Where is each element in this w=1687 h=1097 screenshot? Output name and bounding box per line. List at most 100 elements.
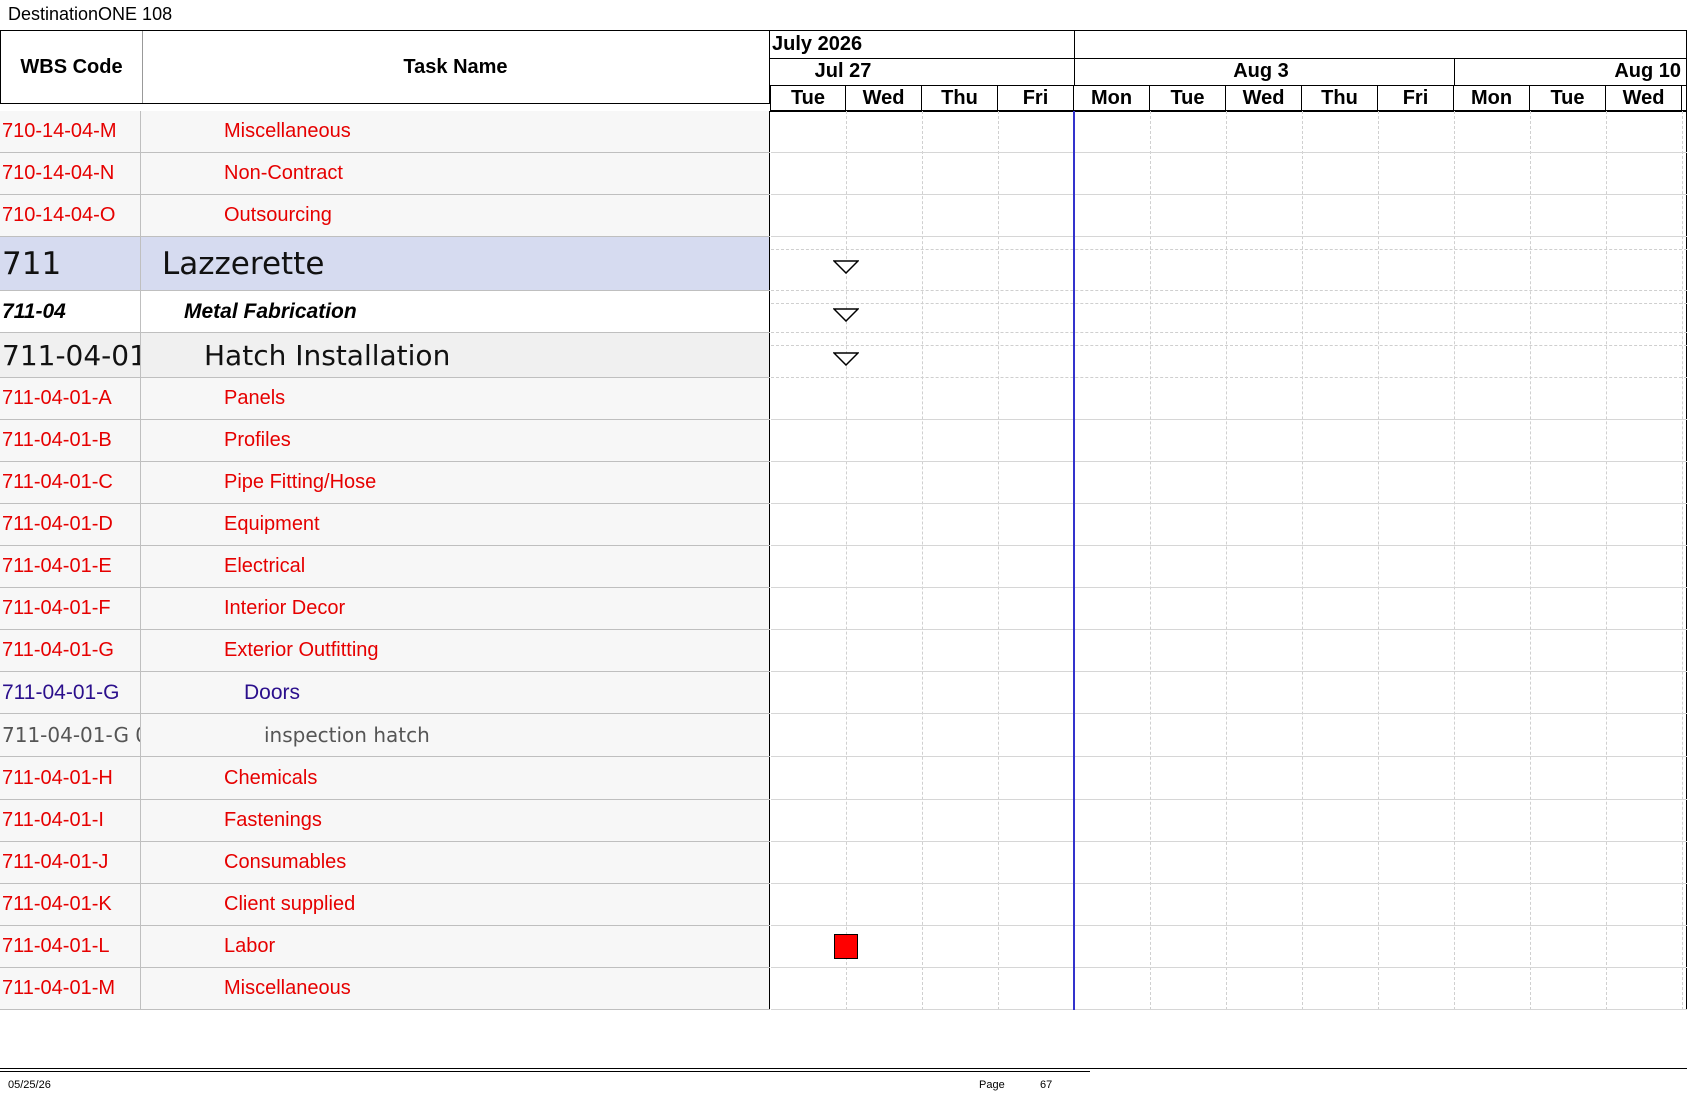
wbs-code-cell: 710-14-04-N [0, 153, 141, 194]
day-gridline [1606, 111, 1607, 1010]
wbs-code-cell: 711-04-01-B [0, 420, 141, 461]
wbs-code-cell: 711 [0, 237, 141, 290]
table-row[interactable]: 711-04 Metal Fabrication [0, 291, 770, 333]
wbs-code-cell: 711-04-01-M [0, 968, 141, 1009]
task-name-cell: Electrical [142, 546, 770, 587]
gantt-grid: WBS Code Task Name July 2026 Jul 27 Aug 3 A… [0, 30, 1687, 1069]
wbs-code-cell: 711-04-01-J [0, 842, 141, 883]
task-name-cell: Interior Decor [142, 588, 770, 629]
timeline-day-label[interactable]: Wed [846, 85, 922, 111]
task-name-cell: Equipment [142, 504, 770, 545]
footer-page-label: Page [979, 1079, 1005, 1091]
summary-row-guide [771, 249, 1687, 250]
chart-row-rule [771, 629, 1687, 630]
wbs-code-cell: 711-04-01-I [0, 800, 141, 841]
day-gridline [1530, 111, 1531, 1010]
wbs-code-cell: 711-04-01-G [0, 672, 141, 713]
table-row[interactable]: 711-04-01-K Client supplied [0, 884, 770, 926]
footer-page-number: 67 [1040, 1079, 1053, 1091]
chart-row-rule [771, 713, 1687, 714]
table-row[interactable]: 711-04-01 Hatch Installation [0, 333, 770, 378]
task-name-cell: Client supplied [142, 884, 770, 925]
task-name-cell: Profiles [142, 420, 770, 461]
table-row[interactable]: 711-04-01-G Doors [0, 672, 770, 714]
day-gridline [1150, 111, 1151, 1010]
timeline-day-label[interactable]: Thu [1302, 85, 1378, 111]
task-name-cell: Outsourcing [142, 195, 770, 236]
day-gridline [1682, 111, 1683, 1010]
timeline-day-label[interactable]: Wed [1226, 85, 1302, 111]
table-row[interactable]: 711-04-01-J Consumables [0, 842, 770, 884]
task-name-cell: Metal Fabrication [142, 291, 770, 332]
task-name-cell: Fastenings [142, 800, 770, 841]
timeline-day-label[interactable]: Fri [998, 85, 1074, 111]
chart-row-rule [771, 967, 1687, 968]
wbs-code-cell: 711-04-01-G [0, 630, 141, 671]
column-header-wbs[interactable]: WBS Code [0, 31, 143, 104]
timeline-day-label[interactable]: Fri [1378, 85, 1454, 111]
table-row[interactable]: 710-14-04-O Outsourcing [0, 195, 770, 237]
task-name-cell: Panels [142, 378, 770, 419]
timeline-week-label: Jul 27 [814, 60, 872, 82]
footer-rule [0, 1071, 1090, 1072]
wbs-code-cell: 711-04-01-H [0, 757, 141, 799]
wbs-code-cell: 711-04-01 [0, 333, 141, 377]
chart-row-rule [771, 236, 1687, 237]
timeline-day-label[interactable]: Wed [1606, 85, 1682, 111]
table-row[interactable]: 711-04-01-I Fastenings [0, 800, 770, 842]
day-gridline [1378, 111, 1379, 1010]
chart-row-rule [771, 152, 1687, 153]
table-row[interactable]: 710-14-04-M Miscellaneous [0, 111, 770, 153]
table-row[interactable]: 711-04-01-G 01inspection hatch [0, 714, 770, 757]
table-row[interactable]: 711-04-01-G Exterior Outfitting [0, 630, 770, 672]
chart-row-rule [771, 756, 1687, 757]
table-row[interactable]: 711-04-01-A Panels [0, 378, 770, 420]
wbs-code-cell: 711-04-01-A [0, 378, 141, 419]
task-name-cell: Miscellaneous [142, 968, 770, 1009]
chart-row-rule [771, 799, 1687, 800]
task-name-cell: Labor [142, 926, 770, 967]
table-row[interactable]: 711-04-01-M Miscellaneous [0, 968, 770, 1010]
table-row[interactable]: 711-04-01-F Interior Decor [0, 588, 770, 630]
table-row[interactable]: 711-04-01-E Electrical [0, 546, 770, 588]
wbs-code-cell: 711-04-01-D [0, 504, 141, 545]
task-name-cell: Miscellaneous [142, 111, 770, 152]
task-name-cell: inspection hatch [142, 714, 770, 756]
timeline-day-label[interactable]: Tue [1530, 85, 1606, 111]
table-row[interactable]: 711-04-01-D Equipment [0, 504, 770, 546]
task-name-cell: Doors [142, 672, 770, 713]
timeline-day-label[interactable]: Mon [1454, 85, 1530, 111]
chart-row-rule [771, 925, 1687, 926]
wbs-code-cell: 711-04-01-K [0, 884, 141, 925]
timeline-header-divider [1454, 58, 1455, 85]
timeline-week-label: Aug 10 [1614, 60, 1681, 82]
table-row[interactable]: 711-04-01-C Pipe Fitting/Hose [0, 462, 770, 504]
page-title: DestinationONE 108 [8, 4, 173, 24]
task-name-cell: Pipe Fitting/Hose [142, 462, 770, 503]
chart-row-rule [771, 461, 1687, 462]
timeline-day-label[interactable]: Mon [1074, 85, 1150, 111]
task-bar[interactable] [834, 934, 858, 959]
timeline-header-rule [770, 110, 1687, 112]
timeline-day-label[interactable]: Tue [1150, 85, 1226, 111]
chart-row-rule [771, 883, 1687, 884]
chart-row-rule [771, 545, 1687, 546]
timeline-day-label[interactable]: Tue [770, 85, 846, 111]
table-row[interactable]: 711-04-01-L Labor [0, 926, 770, 968]
chart-row-rule [771, 419, 1687, 420]
table-row[interactable]: 711-04-01-B Profiles [0, 420, 770, 462]
table-row[interactable]: 711-04-01-H Chemicals [0, 757, 770, 800]
table-row[interactable]: 710-14-04-N Non-Contract [0, 153, 770, 195]
wbs-code-cell: 711-04 [0, 291, 141, 332]
today-line [1073, 111, 1075, 1010]
column-header-task-name[interactable]: Task Name [142, 31, 770, 104]
timeline-day-label[interactable]: Thu [922, 85, 998, 111]
chart-row-rule [771, 1009, 1687, 1010]
summary-row-guide [771, 345, 1687, 346]
wbs-code-cell: 711-04-01-C [0, 462, 141, 503]
day-gridline [846, 111, 847, 1010]
chart-row-rule [771, 377, 1687, 378]
timeline-month: July 2026 [772, 33, 863, 55]
table-row[interactable]: 711 Lazzerette [0, 237, 770, 291]
summary-row-guide [771, 303, 1687, 304]
